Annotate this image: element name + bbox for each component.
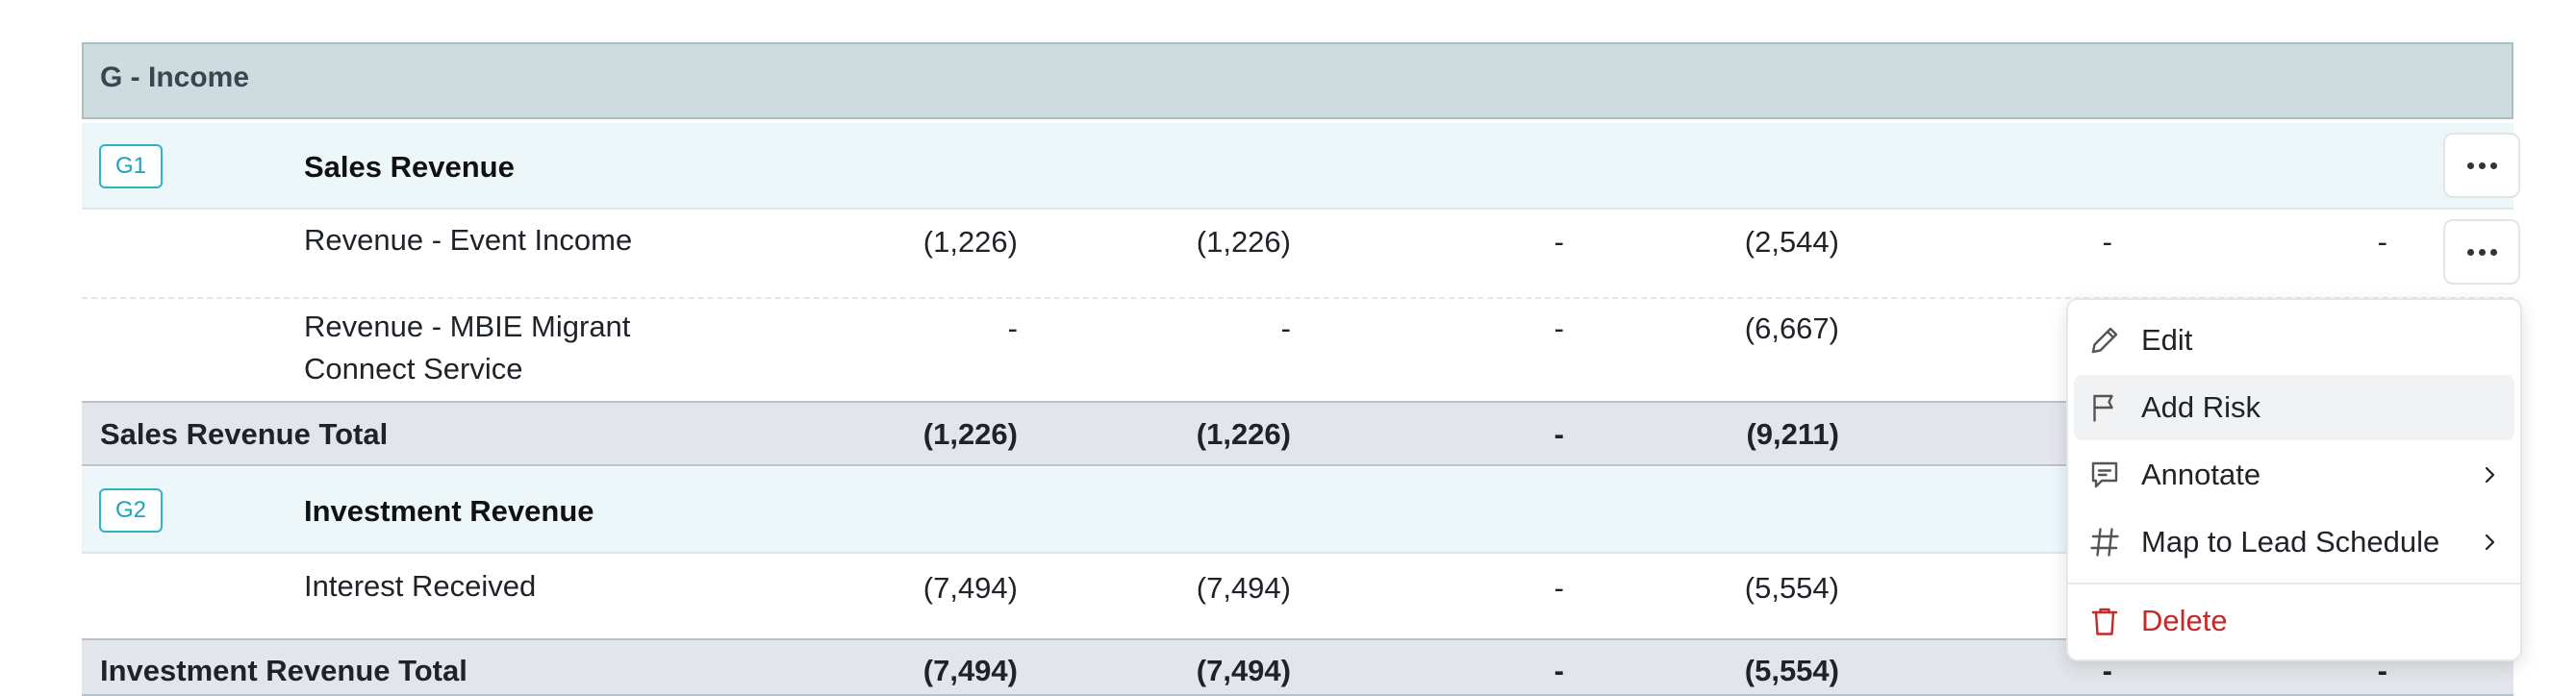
total-value-cell: (1,226) [922,417,1018,451]
menu-divider [2068,583,2520,584]
value-cell: - [1553,225,1564,259]
line-item-label: Revenue - Event Income [304,223,633,257]
section-header [82,42,2513,119]
menu-item-add-risk[interactable]: Add Risk [2074,375,2514,440]
value-cell: (2,544) [1744,225,1839,259]
ellipsis-icon [2445,135,2518,196]
hash-icon [2090,528,2119,557]
more-options-button[interactable] [2443,133,2520,198]
menu-item-delete[interactable]: Delete [2074,588,2514,654]
menu-item-label: Edit [2141,323,2193,357]
line-item-label: Interest Received [304,569,537,603]
total-value-cell: (7,494) [922,654,1018,687]
total-value-cell: (1,226) [1196,417,1291,451]
value-cell: (1,226) [1196,225,1291,259]
comment-icon [2091,461,2118,488]
value-cell: - [1280,311,1291,345]
value-cell: (1,226) [922,225,1018,259]
total-label: Investment Revenue Total [100,654,467,687]
group-code-badge[interactable]: G2 [99,488,163,533]
total-value-cell: (9,211) [1746,417,1839,451]
pencil-icon [2091,327,2118,354]
value-cell: - [2102,225,2112,259]
menu-item-label: Map to Lead Schedule [2141,525,2440,559]
value-cell: (6,667) [1744,311,1839,345]
section-title: G - Income [100,62,250,93]
flag-icon [2093,394,2113,422]
group-title: Sales Revenue [304,150,515,184]
value-cell: - [1553,311,1564,345]
chevron-right-icon [2485,534,2495,551]
total-label: Sales Revenue Total [100,417,389,451]
menu-item-label: Delete [2141,604,2228,637]
menu-item-label: Add Risk [2141,390,2261,424]
value-cell: (7,494) [1196,571,1291,605]
value-cell: - [1553,571,1564,605]
line-item-label-continued: Connect Service [304,352,523,385]
ellipsis-icon [2445,221,2518,283]
menu-item-annotate[interactable]: Annotate [2074,442,2514,508]
value-cell: - [1007,311,1018,345]
value-cell: - [2377,225,2387,259]
total-value-cell: - [1553,654,1564,687]
total-value-cell: - [1553,417,1564,451]
menu-item-label: Annotate [2141,458,2261,491]
trash-icon [2091,608,2118,635]
menu-item-map-to-lead-schedule[interactable]: Map to Lead Schedule [2074,510,2514,575]
context-menu: Edit Add Risk Annotate Map to Lead Sched… [2066,298,2522,661]
value-cell: (7,494) [922,571,1018,605]
total-value-cell: (5,554) [1744,654,1839,687]
total-value-cell: (7,494) [1196,654,1291,687]
group-code-badge[interactable]: G1 [99,144,163,188]
menu-item-edit[interactable]: Edit [2074,308,2514,373]
value-cell: (5,554) [1744,571,1839,605]
line-item-label: Revenue - MBIE Migrant [304,310,631,343]
more-options-button[interactable] [2443,219,2520,285]
chevron-right-icon [2485,466,2495,484]
group-title: Investment Revenue [304,494,594,528]
